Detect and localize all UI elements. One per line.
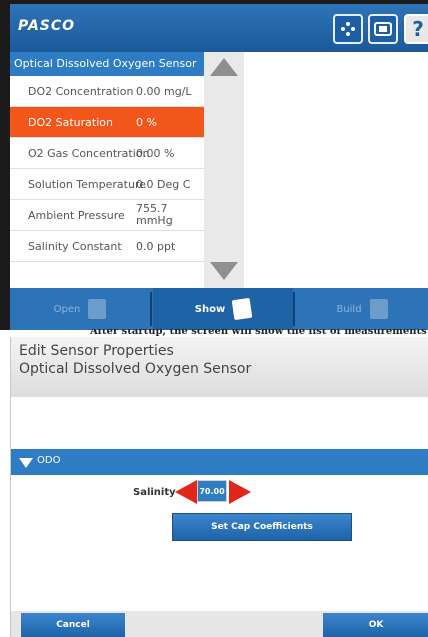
tab-open-label: Open <box>53 303 81 315</box>
measurement-value: 0.0 ppt <box>136 240 176 253</box>
tab-show[interactable]: Show <box>153 288 293 330</box>
app-screen: PASCO ? Optical Dissolved Oxygen Sensor … <box>0 0 428 330</box>
scroll-down-icon[interactable] <box>210 262 238 280</box>
tab-build[interactable]: Build <box>296 288 428 330</box>
section-title: ODO <box>37 455 61 466</box>
pasco-logo: PASCO <box>18 18 76 34</box>
dialog-subtitle: Optical Dissolved Oxygen Sensor <box>19 361 252 377</box>
section-header-odo[interactable]: ODO <box>11 449 428 475</box>
tab-divider <box>293 292 295 326</box>
help-button[interactable]: ? <box>404 14 428 44</box>
list-item-selected[interactable]: DO2 Saturation 0 % <box>10 107 204 138</box>
list-item[interactable]: DO2 Concentration 0.00 mg/L <box>10 76 204 107</box>
measurement-value: 755.7 mmHg <box>136 203 173 227</box>
measurement-name: Solution Temperature <box>28 178 146 191</box>
tab-build-label: Build <box>336 303 362 315</box>
set-cap-coefficients-button[interactable]: Set Cap Coefficients <box>172 513 352 541</box>
collapse-triangle-icon <box>19 458 33 468</box>
bottom-tab-bar: Open Show Build <box>10 288 428 330</box>
sensor-title: Optical Dissolved Oxygen Sensor <box>10 52 204 76</box>
measurement-name: Salinity Constant <box>28 240 122 253</box>
value-line-2: mmHg <box>136 214 173 227</box>
measurement-name: Ambient Pressure <box>28 209 125 222</box>
app-header: PASCO ? <box>10 4 428 52</box>
measurement-name: O2 Gas Concentration <box>28 147 150 160</box>
display-button[interactable] <box>368 14 398 44</box>
tab-show-label: Show <box>194 303 226 315</box>
measurement-value: 0 % <box>136 116 157 129</box>
scroll-up-icon[interactable] <box>210 58 238 76</box>
salinity-value-field[interactable]: 70.00 <box>197 480 227 502</box>
list-item[interactable]: Ambient Pressure 755.7 mmHg <box>10 200 204 231</box>
open-icon <box>88 299 107 319</box>
increment-arrow-icon[interactable] <box>229 480 251 504</box>
list-item[interactable]: O2 Gas Concentration 0.00 % <box>10 138 204 169</box>
show-icon <box>231 297 253 321</box>
measurement-panel: Optical Dissolved Oxygen Sensor DO2 Conc… <box>10 52 428 288</box>
salinity-label: Salinity <box>133 487 176 498</box>
dialog-header: Edit Sensor Properties Optical Dissolved… <box>11 337 428 397</box>
build-icon <box>369 299 388 319</box>
sensors-button[interactable] <box>333 14 363 44</box>
measurement-list: Optical Dissolved Oxygen Sensor DO2 Conc… <box>10 52 204 288</box>
tab-divider <box>150 292 152 326</box>
list-scrollbar[interactable] <box>204 52 244 288</box>
measurement-value: 0.00 mg/L <box>136 85 192 98</box>
screen-icon <box>374 22 392 36</box>
list-item[interactable]: Salinity Constant 0.0 ppt <box>10 231 204 262</box>
measurement-value: 0.00 % <box>136 147 175 160</box>
dots-icon <box>341 22 355 36</box>
tab-open[interactable]: Open <box>10 288 150 330</box>
decrement-arrow-icon[interactable] <box>175 480 197 504</box>
measurement-name: DO2 Concentration <box>28 85 134 98</box>
document-caption: After startup, the screen will show the … <box>90 329 427 337</box>
screenshot-root: PASCO ? Optical Dissolved Oxygen Sensor … <box>0 0 428 637</box>
edit-sensor-dialog: Edit Sensor Properties Optical Dissolved… <box>10 337 428 637</box>
ok-button[interactable]: OK <box>323 613 428 637</box>
measurement-value: 0.0 Deg C <box>136 178 191 191</box>
cancel-button[interactable]: Cancel <box>21 613 125 637</box>
list-item[interactable]: Solution Temperature 0.0 Deg C <box>10 169 204 200</box>
measurement-name: DO2 Saturation <box>28 116 113 129</box>
dialog-title: Edit Sensor Properties <box>19 343 174 359</box>
